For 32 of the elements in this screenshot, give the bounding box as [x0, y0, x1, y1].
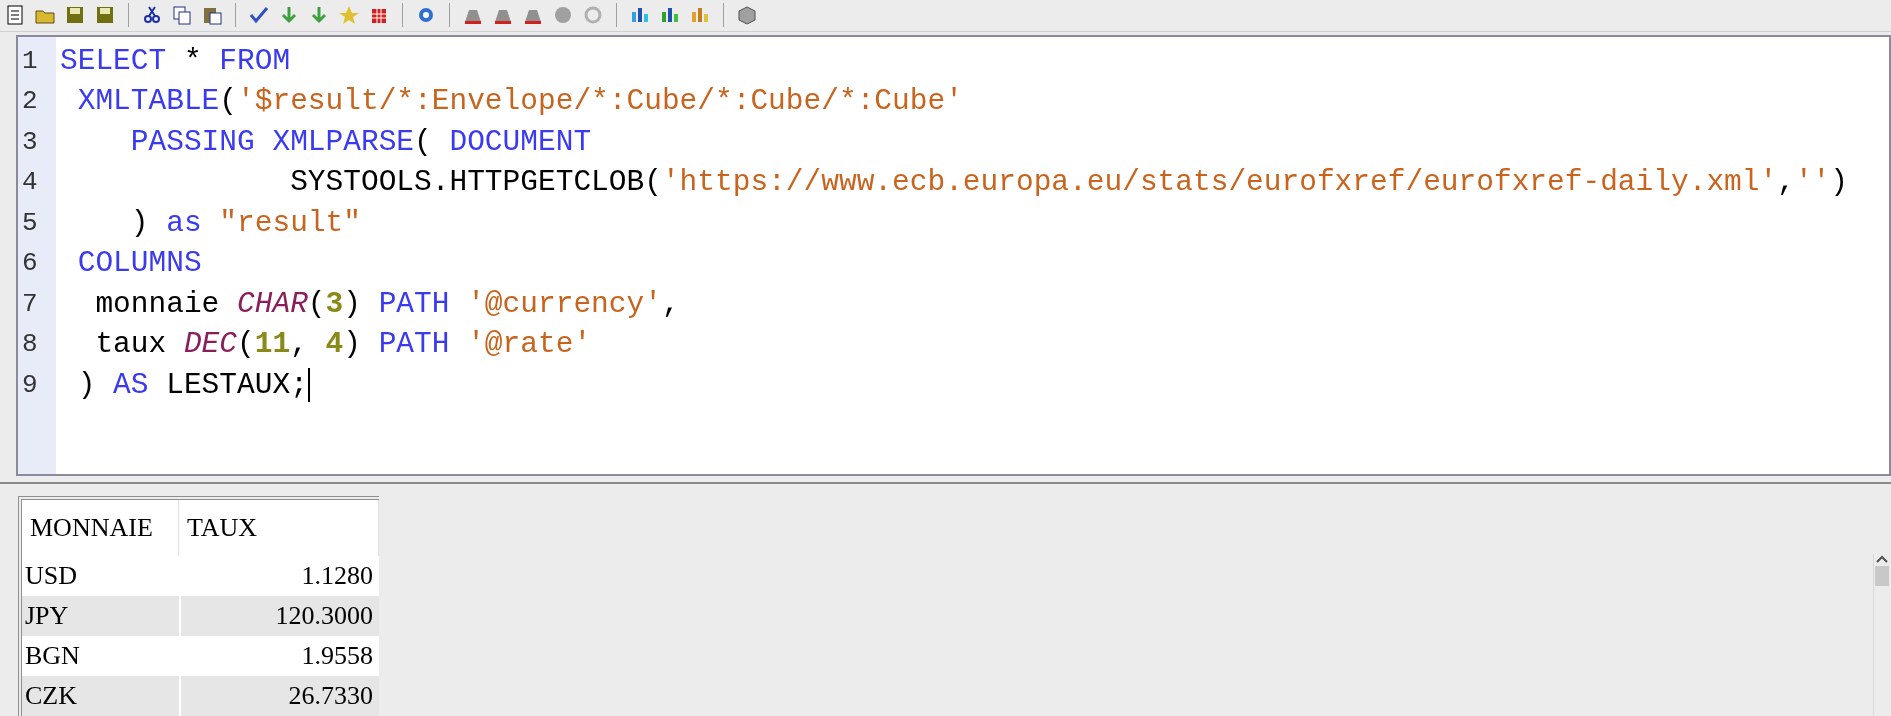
- document-icon[interactable]: [4, 4, 26, 27]
- table-cell-text: JPY: [24, 600, 70, 633]
- copy-icon[interactable]: [171, 4, 193, 27]
- column-header[interactable]: TAUX: [179, 500, 379, 556]
- star-icon[interactable]: [338, 4, 360, 27]
- line-number: 7: [21, 287, 39, 321]
- table-cell-text: USD: [24, 560, 78, 593]
- code-line: XMLTABLE('$result/*:Envelope/*:Cube/*:Cube/*:Cube': [76, 83, 963, 121]
- code-line: monnaie CHAR(3) PATH '@currency',: [94, 285, 680, 323]
- scrollbar-thumb[interactable]: [1874, 566, 1889, 586]
- code-line: taux DEC(11, 4) PATH '@rate': [94, 326, 592, 364]
- cube-icon[interactable]: [736, 4, 758, 27]
- code-line: COLUMNS: [76, 245, 202, 283]
- line-number: 3: [21, 125, 39, 159]
- line-number: 1: [21, 44, 39, 78]
- code-line: ) AS LESTAUX;: [76, 366, 308, 404]
- table-cell: 26.7330: [179, 676, 379, 716]
- line-number: 2: [21, 85, 39, 119]
- code-editor[interactable]: [16, 34, 1891, 477]
- code-line: PASSING XMLPARSE( DOCUMENT: [129, 123, 592, 161]
- line-number: 4: [21, 166, 39, 200]
- table-cell-text: BGN: [24, 640, 81, 673]
- line-number: 5: [21, 206, 39, 240]
- table-cell-text: CZK: [24, 680, 78, 713]
- code-line: SYSTOOLS.HTTPGETCLOB('https://www.ecb.europa.eu/stats/eurofxref/eurofxref-daily.xml',''): [289, 164, 1848, 202]
- line-number: 6: [21, 247, 39, 281]
- vertical-scrollbar[interactable]: [1873, 554, 1889, 716]
- line-number: 8: [21, 328, 39, 362]
- code-line: ) as "result": [129, 204, 361, 242]
- line-number: 9: [21, 368, 39, 402]
- column-header[interactable]: MONNAIE: [22, 500, 179, 556]
- code-line: SELECT * FROM: [60, 42, 291, 80]
